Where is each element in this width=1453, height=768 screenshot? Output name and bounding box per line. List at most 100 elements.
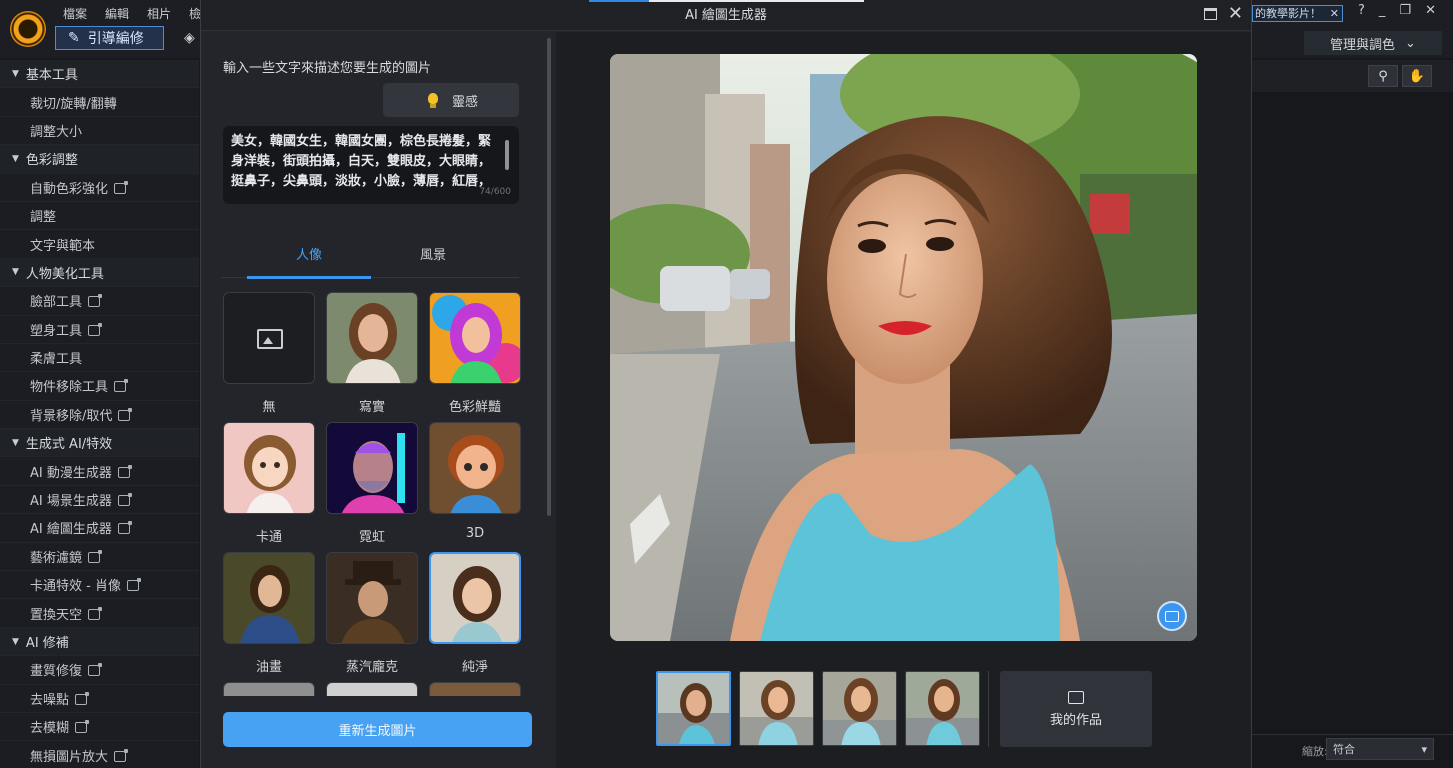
minimize-icon[interactable]: _ (1379, 3, 1386, 18)
ai-badge-icon (114, 180, 129, 194)
sidebar-item[interactable]: 文字與範本 (0, 230, 199, 259)
style-thumb[interactable] (429, 292, 521, 384)
app-window: 檔案 編輯 相片 檢 ✎ 引導編修 ◈ 的教學影片！ ✕ ? _ ❐ ✕ 管理與… (0, 0, 1453, 768)
tab-landscape[interactable]: 風景 (371, 244, 495, 278)
sidebar-item[interactable]: 自動色彩強化 (0, 174, 199, 202)
zoom-icon[interactable]: ⚲ (1368, 65, 1398, 87)
style-option[interactable]: 色彩鮮豔 (429, 292, 521, 415)
style-option[interactable]: 霓虹 (326, 422, 418, 545)
sidebar-category[interactable]: ▼ 人物美化工具 (0, 258, 199, 288)
guided-edit-label: 引導編修 (87, 31, 144, 47)
sidebar-item[interactable]: 調整大小 (0, 117, 199, 146)
menu-file[interactable]: 檔案 (63, 5, 87, 22)
tab-portrait[interactable]: 人像 (247, 244, 371, 279)
style-option[interactable]: 無 (223, 292, 315, 415)
style-option[interactable]: 蒸汽龐克 (326, 552, 418, 675)
sidebar-item[interactable]: 置換天空 (0, 599, 199, 628)
style-thumb[interactable] (429, 422, 521, 514)
inspiration-button[interactable]: 靈感 (383, 83, 519, 117)
tutorial-notice[interactable]: 的教學影片！ ✕ (1252, 5, 1343, 22)
menu-photo[interactable]: 相片 (147, 5, 171, 22)
maximize-icon[interactable] (1204, 8, 1217, 20)
help-icon[interactable]: ? (1358, 3, 1365, 18)
prompt-text: 美女，韓國女生，韓國女團，棕色長捲髮，緊身洋裝，街頭拍攝，白天，雙眼皮，大眼睛，… (231, 134, 492, 189)
zoom-label: 縮放: (1302, 745, 1328, 758)
style-option[interactable]: 卡通 (223, 422, 315, 545)
image-icon (1165, 610, 1179, 622)
sidebar-item[interactable]: 臉部工具 (0, 287, 199, 316)
ai-badge-icon (114, 379, 129, 393)
sidebar-category[interactable]: ▼ AI 修補 (0, 627, 199, 657)
my-works-button[interactable]: 我的作品 (1000, 671, 1152, 747)
sidebar-item-label: 裁切/旋轉/翻轉 (30, 96, 117, 112)
sidebar-item[interactable]: 物件移除工具 (0, 372, 199, 401)
prompt-textarea[interactable]: 美女，韓國女生，韓國女團，棕色長捲髮，緊身洋裝，街頭拍攝，白天，雙眼皮，大眼睛，… (223, 126, 519, 204)
close-icon[interactable]: ✕ (1228, 3, 1243, 24)
regenerate-button[interactable]: 重新生成圖片 (223, 712, 532, 747)
sidebar-item-label: AI 動漫生成器 (30, 465, 112, 481)
manage-dropdown[interactable]: 管理與調色 ⌄ (1304, 31, 1442, 55)
sidebar-item[interactable]: AI 場景生成器 (0, 486, 199, 515)
style-option[interactable]: 寫實 (326, 292, 418, 415)
result-thumbnail[interactable] (905, 671, 980, 746)
generated-image (610, 54, 1197, 641)
sidebar-category[interactable]: ▼ 色彩調整 (0, 145, 199, 174)
caret-down-icon: ▼ (12, 267, 19, 278)
result-thumbnail[interactable] (656, 671, 731, 746)
style-thumb[interactable] (223, 552, 315, 644)
style-label: 卡通 (255, 530, 282, 545)
styles-scrollbar[interactable] (547, 38, 551, 516)
preview-panel: 我的作品 (556, 32, 1251, 768)
gallery-icon (1068, 690, 1084, 704)
style-thumb[interactable] (326, 682, 418, 696)
style-option[interactable]: 3D (429, 422, 521, 541)
ai-badge-icon (88, 606, 103, 620)
prompt-scrollbar[interactable] (505, 140, 509, 170)
close-notice-icon[interactable]: ✕ (1330, 6, 1339, 21)
sidebar-item[interactable]: 塑身工具 (0, 316, 199, 344)
restore-icon[interactable]: ❐ (1399, 3, 1411, 18)
ai-image-generator-dialog: AI 繪圖生成器 ✕ 輸入一些文字來描述您要生成的圖片 靈感 美女，韓國女生，韓… (200, 0, 1252, 768)
style-option[interactable]: 油畫 (223, 552, 315, 675)
style-thumb[interactable] (326, 552, 418, 644)
style-label: 3D (465, 526, 485, 541)
sidebar-category[interactable]: ▼ 生成式 AI/特效 (0, 429, 199, 458)
sidebar-item-label: 畫質修復 (30, 664, 83, 680)
style-thumb[interactable] (223, 682, 315, 696)
style-option[interactable]: 純淨 (429, 552, 521, 675)
sidebar-item[interactable]: 柔膚工具 (0, 344, 199, 373)
sidebar-item[interactable]: 去模糊 (0, 713, 199, 742)
hand-icon[interactable]: ✋ (1402, 65, 1432, 87)
sidebar-item-label: 文字與範本 (30, 238, 96, 254)
style-thumb[interactable] (326, 292, 418, 384)
close-app-icon[interactable]: ✕ (1425, 3, 1436, 18)
style-thumb[interactable] (429, 552, 521, 644)
sidebar-item[interactable]: 背景移除/取代 (0, 401, 199, 430)
style-thumb[interactable] (326, 422, 418, 514)
sidebar-item[interactable]: AI 繪圖生成器 (0, 514, 199, 543)
sidebar-item[interactable]: AI 動漫生成器 (0, 457, 199, 486)
sidebar-item[interactable]: 去噪點 (0, 685, 199, 713)
guided-edit-button[interactable]: ✎ 引導編修 (55, 26, 164, 50)
sidebar-item[interactable]: 無損圖片放大 (0, 741, 199, 768)
sidebar-item[interactable]: 調整 (0, 202, 199, 231)
menu-edit[interactable]: 編輯 (105, 5, 129, 22)
ai-badge-icon (88, 322, 103, 336)
image-placeholder-icon (257, 329, 283, 349)
style-thumb[interactable] (223, 422, 315, 514)
result-thumbnail[interactable] (739, 671, 814, 746)
result-thumbnail[interactable] (822, 671, 897, 746)
sidebar-category[interactable]: ▼ 基本工具 (0, 60, 199, 89)
ai-badge-icon (117, 493, 132, 507)
save-image-button[interactable] (1157, 601, 1187, 631)
sidebar-item-label: 卡通特效 - 肖像 (30, 579, 121, 595)
sidebar-item[interactable]: 藝術濾鏡 (0, 543, 199, 572)
layers-icon[interactable]: ◈ (184, 30, 200, 46)
sidebar-item[interactable]: 卡通特效 - 肖像 (0, 571, 199, 600)
style-thumb[interactable] (429, 682, 521, 696)
sidebar-item[interactable]: 畫質修復 (0, 656, 199, 685)
style-thumb-none[interactable] (223, 292, 315, 384)
zoom-select[interactable]: 符合 ▾ (1326, 738, 1434, 760)
view-tools: ⚲ ✋ (1252, 60, 1453, 92)
sidebar-item[interactable]: 裁切/旋轉/翻轉 (0, 88, 199, 117)
